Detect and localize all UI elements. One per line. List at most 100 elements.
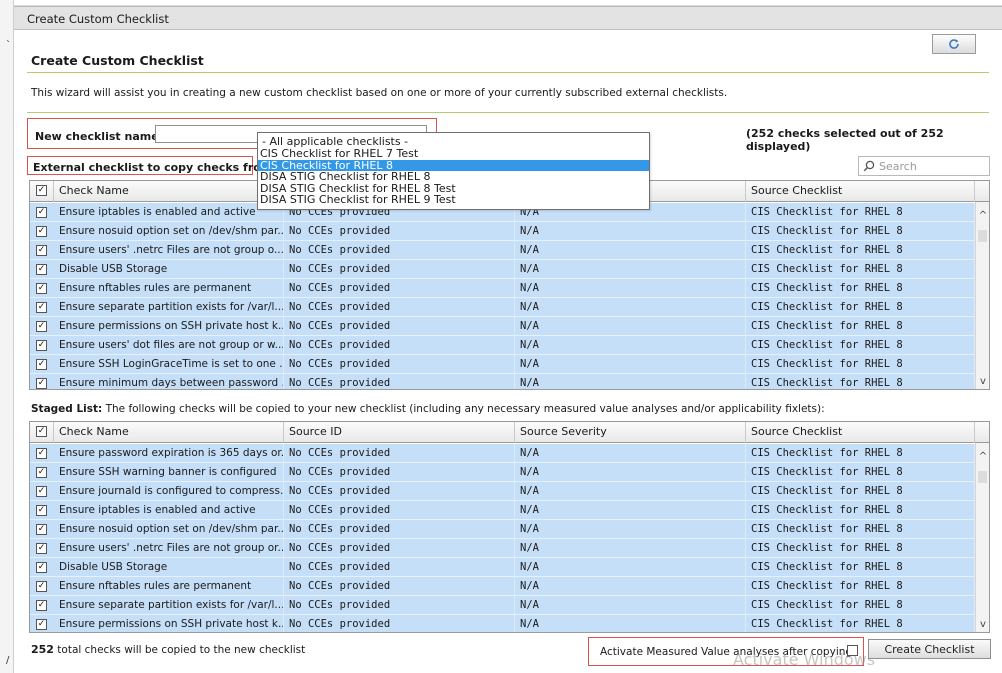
cell-source-id: No CCEs provided	[284, 355, 515, 374]
col-source-severity[interactable]: Source Severity	[515, 422, 746, 443]
refresh-button[interactable]	[932, 34, 976, 54]
table-row[interactable]: ✓ Ensure nosuid option set on /dev/shm pa…	[30, 222, 975, 241]
row-checkbox[interactable]: ✓	[36, 486, 47, 497]
cell-source-checklist: CIS Checklist for RHEL 8	[746, 444, 975, 463]
cell-source-id: No CCEs provided	[284, 501, 515, 520]
scroll-thumb[interactable]	[978, 230, 987, 242]
row-checkbox[interactable]: ✓	[36, 321, 47, 332]
table-row[interactable]: ✓ Ensure password expiration is 365 days …	[30, 444, 975, 463]
cell-check-name: Ensure users' .netrc Files are not group…	[54, 241, 284, 260]
cell-source-severity: N/A	[515, 463, 746, 482]
table-row[interactable]: ✓ Ensure journald is configured to compre…	[30, 482, 975, 501]
col-check-name[interactable]: Check Name	[54, 422, 284, 443]
dropdown-option-all[interactable]: - All applicable checklists -	[258, 133, 649, 148]
vertical-scrollbar[interactable]: ^ v	[975, 443, 989, 632]
cell-check-name: Disable USB Storage	[54, 558, 284, 577]
cell-source-checklist: CIS Checklist for RHEL 8	[746, 374, 975, 389]
row-checkbox[interactable]: ✓	[36, 543, 47, 554]
row-checkbox[interactable]: ✓	[36, 340, 47, 351]
table-row[interactable]: ✓ Ensure separate partition exists for /v…	[30, 298, 975, 317]
row-checkbox[interactable]: ✓	[36, 619, 47, 630]
row-checkbox[interactable]: ✓	[36, 226, 47, 237]
table-row[interactable]: ✓ Ensure users' .netrc Files are not grou…	[30, 241, 975, 260]
col-check-name[interactable]: Check Name	[54, 181, 284, 202]
scroll-down-icon[interactable]: v	[976, 376, 989, 387]
select-all-checkbox[interactable]: ✓	[36, 426, 47, 437]
col-source-checklist[interactable]: Source Checklist	[746, 181, 975, 202]
window-title: Create Custom Checklist	[27, 12, 169, 26]
total-checks-summary: 252 total checks will be copied to the n…	[31, 643, 305, 656]
table-row[interactable]: ✓ Ensure users' .netrc Files are not grou…	[30, 539, 975, 558]
cell-source-severity: N/A	[515, 539, 746, 558]
search-input[interactable]: Search	[858, 156, 990, 176]
row-checkbox[interactable]: ✓	[36, 524, 47, 535]
row-checkbox[interactable]: ✓	[36, 359, 47, 370]
divider-middle	[27, 112, 989, 113]
row-checkbox[interactable]: ✓	[36, 302, 47, 313]
row-checkbox[interactable]: ✓	[36, 581, 47, 592]
table-row[interactable]: ✓ Ensure nftables rules are permanent No C…	[30, 577, 975, 596]
table-row[interactable]: ✓ Ensure permissions on SSH private host …	[30, 317, 975, 336]
row-checkbox[interactable]: ✓	[36, 207, 47, 218]
cell-check-name: Ensure permissions on SSH private host k…	[54, 615, 284, 632]
cell-source-id: No CCEs provided	[284, 222, 515, 241]
table-row[interactable]: ✓ Ensure separate partition exists for /v…	[30, 596, 975, 615]
vertical-scrollbar[interactable]: ^ v	[975, 202, 989, 389]
table-row[interactable]: ✓ Ensure nftables rules are permanent No C…	[30, 279, 975, 298]
cell-source-severity: N/A	[515, 279, 746, 298]
cell-source-checklist: CIS Checklist for RHEL 8	[746, 241, 975, 260]
dropdown-option-disa-rhel9-test[interactable]: DISA STIG Checklist for RHEL 9 Test	[258, 194, 649, 206]
create-checklist-button[interactable]: Create Checklist	[868, 639, 991, 659]
col-source-checklist[interactable]: Source Checklist	[746, 422, 975, 443]
row-checkbox[interactable]: ✓	[36, 448, 47, 459]
staged-list-description: Staged List: The following checks will b…	[31, 403, 825, 415]
table-row[interactable]: ✓ Ensure iptables is enabled and active No…	[30, 501, 975, 520]
row-checkbox[interactable]: ✓	[36, 378, 47, 389]
table-row[interactable]: ✓ Ensure nosuid option set on /dev/shm pa…	[30, 520, 975, 539]
cell-source-id: No CCEs provided	[284, 279, 515, 298]
row-checkbox[interactable]: ✓	[36, 562, 47, 573]
select-all-header[interactable]: ✓	[30, 422, 54, 443]
cell-source-checklist: CIS Checklist for RHEL 8	[746, 336, 975, 355]
cell-source-checklist: CIS Checklist for RHEL 8	[746, 501, 975, 520]
select-all-header[interactable]: ✓	[30, 181, 54, 202]
checklist-dropdown[interactable]: - All applicable checklists - CIS Checkl…	[257, 132, 650, 210]
table-row[interactable]: ✓ Ensure SSH LoginGraceTime is set to one…	[30, 355, 975, 374]
row-checkbox[interactable]: ✓	[36, 505, 47, 516]
cell-source-severity: N/A	[515, 596, 746, 615]
cell-source-id: No CCEs provided	[284, 520, 515, 539]
cell-check-name: Ensure separate partition exists for /va…	[54, 596, 284, 615]
cell-check-name: Ensure nftables rules are permanent	[54, 279, 284, 298]
selection-count: (252 checks selected out of 252 displaye…	[746, 127, 944, 153]
row-checkbox[interactable]: ✓	[36, 600, 47, 611]
scroll-down-icon[interactable]: v	[976, 619, 989, 630]
cell-source-id: No CCEs provided	[284, 558, 515, 577]
cell-check-name: Ensure password expiration is 365 days o…	[54, 444, 284, 463]
cell-source-severity: N/A	[515, 520, 746, 539]
row-checkbox[interactable]: ✓	[36, 283, 47, 294]
row-checkbox[interactable]: ✓	[36, 245, 47, 256]
row-checkbox[interactable]: ✓	[36, 467, 47, 478]
cell-source-checklist: CIS Checklist for RHEL 8	[746, 298, 975, 317]
select-all-checkbox[interactable]: ✓	[36, 185, 47, 196]
cell-source-id: No CCEs provided	[284, 336, 515, 355]
table-row[interactable]: ✓ Ensure minimum days between password ..…	[30, 374, 975, 389]
table-row[interactable]: ✓ Disable USB Storage No CCEs provided N/A C…	[30, 558, 975, 577]
scroll-thumb[interactable]	[978, 471, 987, 483]
cell-source-checklist: CIS Checklist for RHEL 8	[746, 615, 975, 632]
cell-source-severity: N/A	[515, 317, 746, 336]
cell-source-id: No CCEs provided	[284, 241, 515, 260]
row-checkbox[interactable]: ✓	[36, 264, 47, 275]
table-row[interactable]: ✓ Ensure SSH warning banner is configured…	[30, 463, 975, 482]
col-source-id[interactable]: Source ID	[284, 422, 515, 443]
cell-source-checklist: CIS Checklist for RHEL 8	[746, 260, 975, 279]
cell-source-id: No CCEs provided	[284, 374, 515, 389]
cell-source-checklist: CIS Checklist for RHEL 8	[746, 577, 975, 596]
table-row[interactable]: ✓ Ensure permissions on SSH private host …	[30, 615, 975, 632]
dropdown-option-cis-rhel7-test[interactable]: CIS Checklist for RHEL 7 Test	[258, 148, 649, 160]
table-row[interactable]: ✓ Ensure users' dot files are not group o…	[30, 336, 975, 355]
table-row[interactable]: ✓ Disable USB Storage No CCEs provided N/A C…	[30, 260, 975, 279]
scroll-up-icon[interactable]: ^	[976, 210, 989, 221]
scroll-up-icon[interactable]: ^	[976, 451, 989, 462]
cell-check-name: Ensure SSH LoginGraceTime is set to one …	[54, 355, 284, 374]
